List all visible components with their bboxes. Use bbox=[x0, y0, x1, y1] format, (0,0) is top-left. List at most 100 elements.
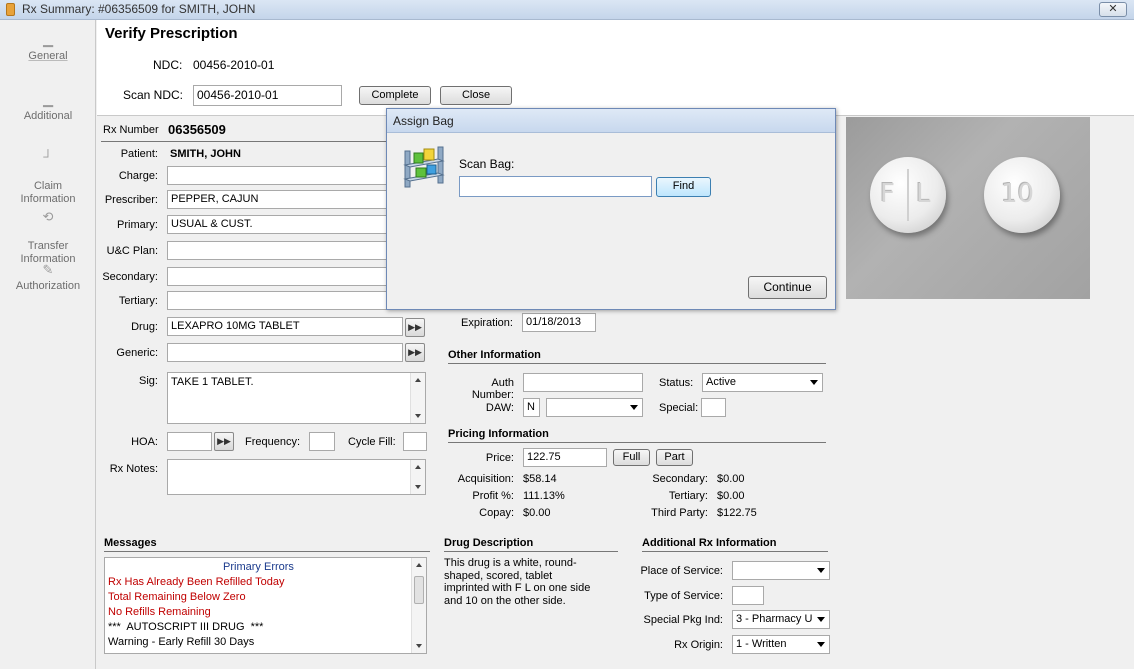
rx-notes-textarea[interactable] bbox=[167, 459, 426, 495]
daw-label: DAW: bbox=[485, 402, 514, 414]
complete-button[interactable]: Complete bbox=[359, 86, 431, 105]
pricing-tertiary-label: Tertiary: bbox=[668, 490, 708, 502]
hoa-label: HOA: bbox=[131, 436, 158, 448]
verify-prescription-panel: Verify Prescription NDC: 00456-2010-01 S… bbox=[97, 20, 1134, 116]
expiration-input[interactable]: 01/18/2013 bbox=[522, 313, 596, 332]
frequency-input[interactable] bbox=[309, 432, 335, 451]
sig-scrollbar[interactable] bbox=[410, 373, 425, 423]
find-button[interactable]: Find bbox=[656, 177, 711, 197]
expiration-label: Expiration: bbox=[461, 317, 513, 329]
cycle-fill-input[interactable] bbox=[403, 432, 427, 451]
patient-value: SMITH, JOHN bbox=[170, 148, 241, 160]
rx-origin-label: Rx Origin: bbox=[674, 639, 723, 651]
patient-label: Patient: bbox=[120, 148, 158, 160]
sidebar-item-transfer-information[interactable]: ⟲ Transfer Information bbox=[0, 196, 96, 266]
generic-label: Generic: bbox=[116, 347, 158, 359]
sidebar: ▁ General ▁ Additional ┘ Claim Informati… bbox=[0, 20, 96, 669]
rx-origin-select[interactable]: 1 - Written bbox=[732, 635, 830, 654]
rx-number: 06356509 bbox=[168, 122, 226, 137]
special-input[interactable] bbox=[701, 398, 726, 417]
ndc-value: 00456-2010-01 bbox=[193, 58, 275, 72]
sidebar-item-authorization[interactable]: ✎ Authorization bbox=[0, 262, 96, 293]
status-select[interactable]: Active bbox=[702, 373, 823, 392]
cycle-fill-label: Cycle Fill: bbox=[348, 436, 396, 448]
uc-plan-label: U&C Plan: bbox=[106, 245, 158, 257]
primary-label: Primary: bbox=[117, 219, 158, 231]
other-information-heading: Other Information bbox=[448, 349, 826, 364]
full-button[interactable]: Full bbox=[613, 449, 650, 466]
primary-errors-header: Primary Errors bbox=[223, 561, 294, 573]
tertiary-input[interactable] bbox=[167, 291, 387, 310]
pricing-secondary-value: $0.00 bbox=[717, 473, 745, 485]
pill-mark-10: 10 bbox=[1001, 179, 1035, 209]
sig-textarea[interactable]: TAKE 1 TABLET. bbox=[167, 372, 426, 424]
third-party-value: $122.75 bbox=[717, 507, 757, 519]
price-label: Price: bbox=[485, 452, 514, 464]
special-label: Special: bbox=[659, 402, 699, 414]
generic-lookup-button[interactable]: ▶▶ bbox=[405, 343, 425, 362]
drug-lookup-button[interactable]: ▶▶ bbox=[405, 318, 425, 337]
pricing-information-heading: Pricing Information bbox=[448, 428, 826, 443]
secondary-input[interactable] bbox=[167, 267, 387, 286]
charge-input[interactable] bbox=[167, 166, 387, 185]
shelf-icon bbox=[402, 143, 448, 191]
ndc-label: NDC: bbox=[153, 58, 183, 72]
auth-number-input[interactable] bbox=[523, 373, 643, 392]
messages-scrollbar[interactable] bbox=[411, 558, 426, 653]
message-line: Rx Has Already Been Refilled Today bbox=[108, 576, 285, 588]
charge-label: Charge: bbox=[118, 170, 158, 182]
pill-mark-l: L bbox=[916, 179, 931, 209]
place-of-service-label: Place of Service: bbox=[640, 565, 723, 577]
rx-notes-scrollbar[interactable] bbox=[410, 460, 425, 494]
messages-heading: Messages bbox=[104, 537, 430, 552]
chevron-down-icon bbox=[817, 642, 825, 647]
prescriber-input[interactable]: PEPPER, CAJUN bbox=[167, 190, 387, 209]
additional-icon: ▁ bbox=[43, 92, 53, 107]
status-value: Active bbox=[706, 376, 736, 388]
drug-input[interactable]: LEXAPRO 10MG TABLET bbox=[167, 317, 403, 336]
continue-button[interactable]: Continue bbox=[748, 276, 827, 299]
claim-icon: ┘ bbox=[43, 149, 53, 164]
auth-number-label: Auth Number: bbox=[471, 377, 514, 401]
sidebar-item-general[interactable]: ▁ General bbox=[0, 32, 96, 63]
chevron-down-icon bbox=[817, 617, 825, 622]
scan-bag-input[interactable] bbox=[459, 176, 652, 197]
message-line: *** AUTOSCRIPT III DRUG *** bbox=[108, 621, 264, 633]
profit-value: 111.13% bbox=[523, 490, 565, 502]
price-input[interactable]: 122.75 bbox=[523, 448, 607, 467]
uc-plan-input[interactable] bbox=[167, 241, 387, 260]
window-titlebar: Rx Summary: #06356509 for SMITH, JOHN ✕ bbox=[0, 0, 1134, 20]
chevron-down-icon bbox=[810, 380, 818, 385]
chevron-down-icon bbox=[630, 405, 638, 410]
window-title: Rx Summary: #06356509 for SMITH, JOHN bbox=[22, 2, 256, 16]
special-pkg-label: Special Pkg Ind: bbox=[643, 614, 724, 626]
daw-input[interactable]: N bbox=[523, 398, 540, 417]
scroll-thumb[interactable] bbox=[414, 576, 424, 604]
sidebar-item-additional[interactable]: ▁ Additional bbox=[0, 92, 96, 123]
special-pkg-select[interactable]: 3 - Pharmacy U bbox=[732, 610, 830, 629]
place-of-service-select[interactable] bbox=[732, 561, 830, 580]
close-button[interactable]: Close bbox=[440, 86, 512, 105]
daw-select[interactable] bbox=[546, 398, 643, 417]
hoa-lookup-button[interactable]: ▶▶ bbox=[214, 432, 234, 451]
type-of-service-label: Type of Service: bbox=[644, 590, 723, 602]
message-line: Warning - Early Refill 30 Days bbox=[108, 636, 255, 648]
window-close-button[interactable]: ✕ bbox=[1099, 2, 1127, 17]
messages-list: Primary Errors Rx Has Already Been Refil… bbox=[104, 557, 427, 654]
scan-ndc-input[interactable]: 00456-2010-01 bbox=[193, 85, 342, 106]
type-of-service-input[interactable] bbox=[732, 586, 764, 605]
part-button[interactable]: Part bbox=[656, 449, 693, 466]
scan-ndc-label: Scan NDC: bbox=[123, 88, 184, 102]
hoa-input[interactable] bbox=[167, 432, 212, 451]
primary-input[interactable]: USUAL & CUST. bbox=[167, 215, 387, 234]
additional-rx-heading: Additional Rx Information bbox=[642, 537, 828, 552]
pill-image: F L 10 bbox=[846, 117, 1090, 299]
message-line: No Refills Remaining bbox=[108, 606, 211, 618]
prescriber-label: Prescriber: bbox=[104, 194, 158, 206]
acquisition-value: $58.14 bbox=[523, 473, 557, 485]
rx-notes-label: Rx Notes: bbox=[109, 463, 158, 475]
page-title: Verify Prescription bbox=[105, 25, 238, 42]
document-icon: ▁ bbox=[43, 32, 53, 47]
generic-input[interactable] bbox=[167, 343, 403, 362]
chevron-down-icon bbox=[817, 568, 825, 573]
